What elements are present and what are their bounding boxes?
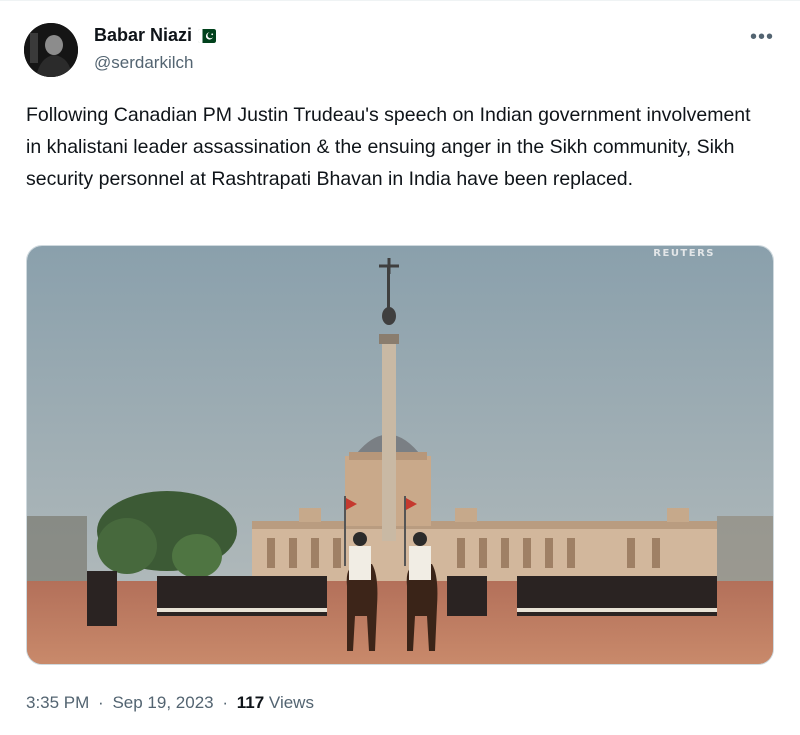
- tweet-card: Babar Niazi @serdarkilch ••• Following C…: [0, 0, 800, 735]
- author-handle[interactable]: @serdarkilch: [94, 53, 193, 73]
- tweet-media-image[interactable]: REUTERS: [26, 245, 774, 665]
- tweet-text: Following Canadian PM Justin Trudeau's s…: [26, 104, 751, 190]
- separator: ·: [222, 693, 229, 712]
- views-count: 117: [236, 693, 265, 712]
- tweet-date[interactable]: Sep 19, 2023: [112, 693, 213, 712]
- views-label: Views: [268, 693, 314, 712]
- separator: ·: [98, 693, 104, 712]
- author-name[interactable]: Babar Niazi: [94, 25, 192, 46]
- tweet-time[interactable]: 3:35 PM: [26, 693, 89, 712]
- reuters-watermark: REUTERS: [653, 248, 715, 259]
- tweet-meta: 3:35 PM · Sep 19, 2023 · 117 Views: [26, 693, 314, 713]
- avatar[interactable]: [24, 23, 78, 77]
- more-options-button[interactable]: •••: [750, 27, 774, 47]
- pakistan-flag-icon: [198, 28, 217, 43]
